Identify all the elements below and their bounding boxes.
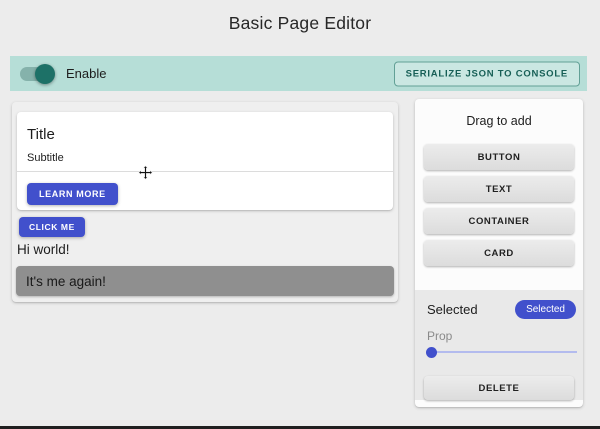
selected-row: Selected Selected <box>427 300 576 320</box>
drag-card-button[interactable]: CARD <box>424 240 574 266</box>
delete-button[interactable]: DELETE <box>424 376 574 400</box>
drag-text-button[interactable]: TEXT <box>424 176 574 202</box>
drag-container-button[interactable]: CONTAINER <box>424 208 574 234</box>
learn-more-button[interactable]: LEARN MORE <box>27 183 118 205</box>
card-subtitle[interactable]: Subtitle <box>27 152 64 164</box>
gray-container[interactable]: It's me again! <box>16 266 394 296</box>
prop-label: Prop <box>427 329 452 343</box>
toolbox-heading: Drag to add <box>415 114 583 128</box>
drag-button-button[interactable]: BUTTON <box>424 144 574 170</box>
topbar: Enable SERIALIZE JSON TO CONSOLE <box>10 56 587 91</box>
hello-text[interactable]: Hi world! <box>17 242 70 257</box>
enable-label: Enable <box>66 66 106 81</box>
card-divider <box>17 171 393 172</box>
serialize-json-button[interactable]: SERIALIZE JSON TO CONSOLE <box>394 61 580 86</box>
slider-track[interactable] <box>427 351 577 353</box>
toggle-thumb-icon <box>35 64 55 84</box>
settings-panel: Selected Selected Prop DELETE <box>415 290 583 400</box>
canvas-card[interactable]: Title Subtitle LEARN MORE <box>17 112 393 210</box>
sidebar-panel: Drag to add BUTTON TEXT CONTAINER CARD S… <box>415 99 583 407</box>
prop-slider[interactable] <box>427 346 577 358</box>
selected-heading: Selected <box>427 302 478 317</box>
editor-canvas[interactable]: Title Subtitle LEARN MORE CLICK ME Hi wo… <box>12 102 398 302</box>
selected-chip[interactable]: Selected <box>515 300 576 319</box>
card-title[interactable]: Title <box>27 126 55 143</box>
slider-thumb[interactable] <box>426 347 437 358</box>
enable-toggle[interactable] <box>20 64 54 84</box>
click-me-button[interactable]: CLICK ME <box>19 217 85 237</box>
page-title: Basic Page Editor <box>0 13 600 34</box>
container-text[interactable]: It's me again! <box>26 274 106 289</box>
page: Basic Page Editor Enable SERIALIZE JSON … <box>0 0 600 429</box>
